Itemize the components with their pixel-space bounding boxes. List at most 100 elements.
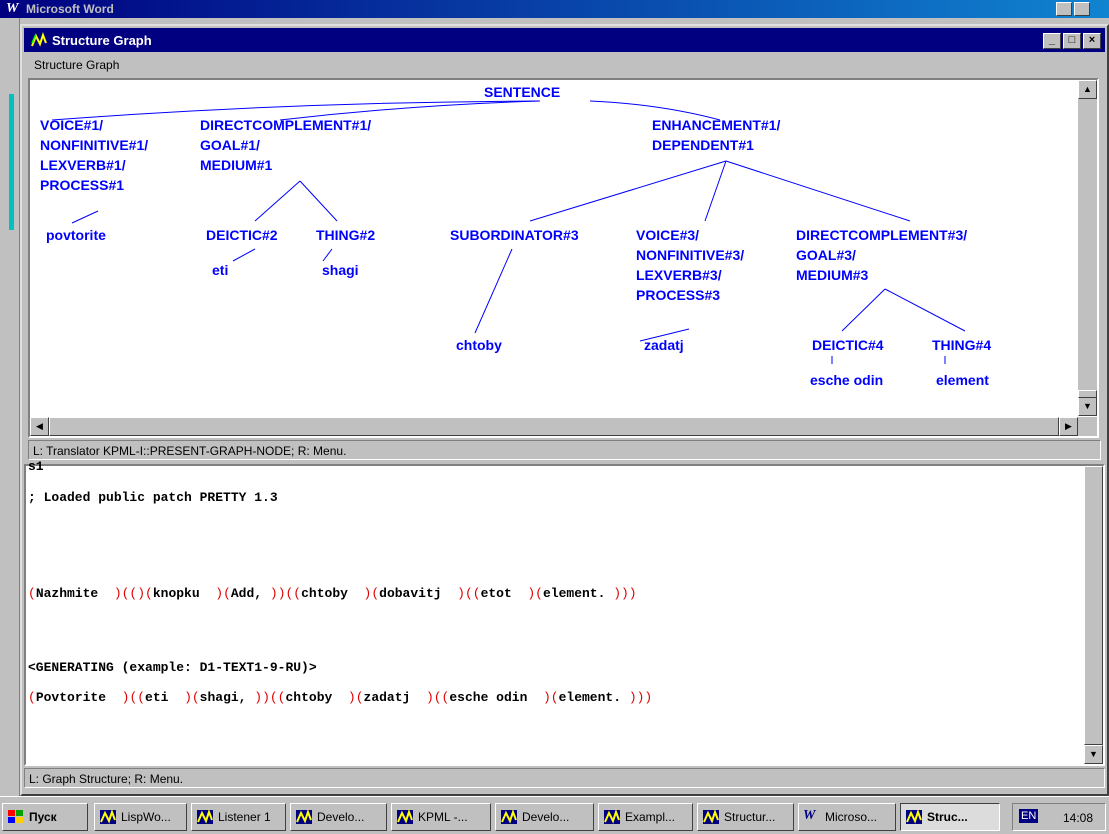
window-title: Structure Graph — [52, 33, 152, 48]
clock: 14:08 — [1063, 811, 1094, 825]
listener-pane[interactable]: s1 ; Loaded public patch PRETTY 1.3 (Naz… — [24, 459, 1105, 766]
lispworks-icon — [501, 809, 517, 824]
language-indicator[interactable]: EN — [1019, 809, 1039, 823]
graph-horizontal-scrollbar[interactable]: ◀ ▶ — [30, 417, 1078, 436]
graph-vscroll-thumb[interactable] — [1078, 390, 1097, 398]
close-button[interactable]: × — [1083, 33, 1101, 49]
paren-token: )(( — [121, 690, 146, 705]
taskbar-item[interactable]: KPML -... — [391, 803, 491, 831]
word-token: Povtorite — [35, 690, 122, 705]
word-token: knopku — [152, 586, 216, 601]
paren-token: ( — [28, 586, 36, 601]
edge-enh1-dcomp3 — [725, 160, 911, 222]
paren-token: ))) — [628, 690, 653, 705]
edge-sub3-chtoby — [474, 248, 513, 334]
scroll-down-icon[interactable]: ▼ — [1078, 397, 1097, 416]
listener-generating: <GENERATING (example: D1-TEXT1-9-RU)> — [28, 660, 317, 675]
paren-token: )( — [184, 690, 200, 705]
node-esche-odin[interactable]: esche odin — [810, 370, 883, 390]
listener-vertical-scrollbar[interactable]: ▼ — [1084, 466, 1103, 764]
graph-hscroll-thumb[interactable] — [49, 417, 1059, 436]
scroll-up-icon[interactable]: ▲ — [1078, 80, 1097, 99]
node-sub3[interactable]: SUBORDINATOR#3 — [450, 225, 579, 245]
taskbar-item[interactable]: Develo... — [290, 803, 387, 831]
scroll-left-icon[interactable]: ◀ — [30, 417, 49, 436]
edge-voice1-povtorite — [71, 210, 99, 224]
graph-vertical-scrollbar[interactable]: ▲ ▼ — [1078, 80, 1097, 416]
taskbar-item[interactable]: Structur... — [697, 803, 794, 831]
taskbar-item[interactable]: Develo... — [495, 803, 594, 831]
scroll-right-icon[interactable]: ▶ — [1059, 417, 1078, 436]
taskbar-item-label: Structur... — [724, 810, 776, 824]
graph-corner — [1078, 417, 1097, 436]
paren-token: )(()( — [113, 586, 153, 601]
taskbar: Пуск LispWo... Listener 1 Develo... KPML -.… — [0, 796, 1109, 834]
lispworks-icon — [397, 809, 413, 824]
paren-token: ))(( — [269, 586, 302, 601]
node-shagi[interactable]: shagi — [322, 260, 359, 280]
node-voice1[interactable]: VOICE#1/ NONFINITIVE#1/ LEXVERB#1/ PROCE… — [40, 115, 148, 195]
node-dcomp1[interactable]: DIRECTCOMPLEMENT#1/ GOAL#1/ MEDIUM#1 — [200, 115, 371, 175]
taskbar-item[interactable]: Exampl... — [598, 803, 693, 831]
listener-vscroll-thumb[interactable] — [1084, 466, 1103, 745]
word-token: chtoby — [285, 690, 348, 705]
word-token: element. — [558, 690, 629, 705]
lispworks-app-icon — [31, 32, 47, 48]
node-element[interactable]: element — [936, 370, 989, 390]
word-token: zadatj — [363, 690, 426, 705]
word-token: shagi, — [199, 690, 255, 705]
taskbar-item[interactable]: LispWo... — [94, 803, 187, 831]
taskbar-item[interactable]: W Microso... — [798, 803, 896, 831]
node-dcomp3[interactable]: DIRECTCOMPLEMENT#3/ GOAL#3/ MEDIUM#3 — [796, 225, 967, 285]
graph-status-text: L: Translator KPML-I::PRESENT-GRAPH-NODE… — [33, 444, 347, 458]
node-zadatj[interactable]: zadatj — [644, 335, 684, 355]
word-token: eti — [145, 690, 185, 705]
graph-canvas: SENTENCE VOICE#1/ NONFINITIVE#1/ LEXVERB… — [30, 80, 1078, 416]
node-thing4[interactable]: THING#4 — [932, 335, 991, 355]
lispworks-icon — [197, 809, 213, 824]
node-deictic4[interactable]: DEICTIC#4 — [812, 335, 884, 355]
taskbar-item[interactable]: Listener 1 — [191, 803, 286, 831]
window-title-bar[interactable]: Structure Graph _ □ × — [24, 28, 1105, 52]
edge-dcomp1-deictic2 — [254, 180, 301, 222]
listener-line-s1: s1 — [28, 459, 44, 474]
minimize-button[interactable]: _ — [1043, 33, 1061, 49]
paren-token: ))) — [613, 586, 637, 601]
background-title-bar: W Microsoft Word ▫ × — [0, 0, 1109, 18]
lispworks-icon — [906, 809, 922, 824]
word-token: etot — [480, 586, 528, 601]
listener-scroll-down-icon[interactable]: ▼ — [1084, 745, 1103, 764]
node-enh1[interactable]: ENHANCEMENT#1/ DEPENDENT#1 — [652, 115, 780, 155]
bg-restore-icon[interactable]: ▫ — [1056, 2, 1072, 16]
word-token: Add, — [230, 586, 270, 601]
taskbar-item-label: KPML -... — [418, 810, 468, 824]
paren-token: )(( — [425, 690, 450, 705]
node-chtoby[interactable]: chtoby — [456, 335, 502, 355]
paren-token: )(( — [457, 586, 481, 601]
edge-enh1-sub3 — [529, 160, 727, 222]
node-deictic2[interactable]: DEICTIC#2 — [206, 225, 278, 245]
bg-close-icon[interactable]: × — [1074, 2, 1090, 16]
listener-output-2: (Povtorite )((eti )(shagi, ))((chtoby )(… — [28, 690, 652, 705]
node-povtorite[interactable]: povtorite — [46, 225, 106, 245]
taskbar-item-label: Develo... — [317, 810, 365, 824]
node-thing2[interactable]: THING#2 — [316, 225, 375, 245]
paren-token: )( — [527, 586, 543, 601]
node-eti[interactable]: eti — [212, 260, 228, 280]
taskbar-item-label: Develo... — [522, 810, 570, 824]
start-button[interactable]: Пуск — [2, 803, 88, 831]
node-voice3[interactable]: VOICE#3/ NONFINITIVE#3/ LEXVERB#3/ PROCE… — [636, 225, 744, 305]
taskbar-item[interactable]: Struc... — [900, 803, 1000, 831]
system-tray: EN 14:08 — [1012, 803, 1106, 831]
menu-structure-graph[interactable]: Structure Graph — [34, 58, 119, 72]
maximize-button[interactable]: □ — [1063, 33, 1081, 49]
paren-token: ))(( — [254, 690, 286, 705]
paren-token: ( — [28, 690, 36, 705]
windows-logo-icon — [8, 810, 23, 823]
node-sentence[interactable]: SENTENCE — [484, 82, 560, 102]
word-icon: W — [803, 808, 816, 823]
paren-token: )( — [542, 690, 559, 705]
background-title: Microsoft Word — [26, 2, 114, 16]
structure-graph-window: Structure Graph _ □ × Structure Graph SE… — [20, 24, 1109, 796]
background-ruler-marker — [9, 94, 14, 230]
